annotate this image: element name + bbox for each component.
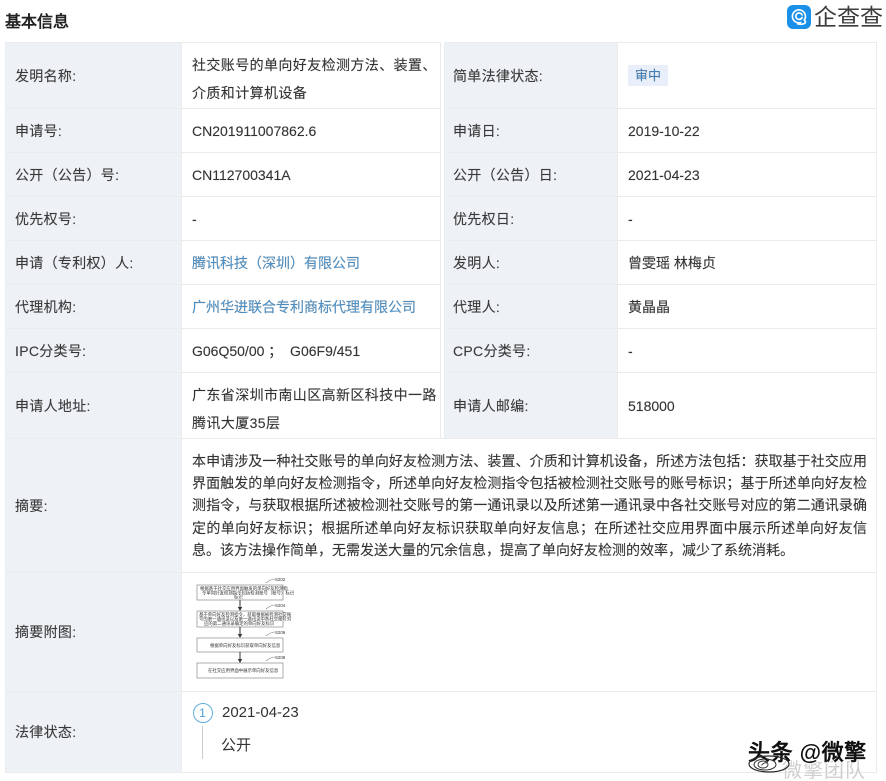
svg-text:令单向好友检测指令包括检测账号（账号）标识: 令单向好友检测指令包括检测账号（账号）标识 (202, 590, 295, 597)
svg-text:S202: S202 (275, 577, 286, 582)
svg-text:根据单向好友标识获取单向好友信息: 根据单向好友标识获取单向好友信息 (210, 642, 281, 649)
svg-text:S206: S206 (275, 630, 286, 635)
svg-text:S208: S208 (275, 655, 286, 660)
svg-text:在社交应用界面中展示单向好友信息: 在社交应用界面中展示单向好友信息 (208, 667, 279, 674)
svg-text:标识: 标识 (234, 594, 243, 601)
svg-text:应的第二通讯录确定的单向好友标识: 应的第二通讯录确定的单向好友标识 (204, 620, 275, 627)
svg-text:S204: S204 (275, 603, 286, 608)
